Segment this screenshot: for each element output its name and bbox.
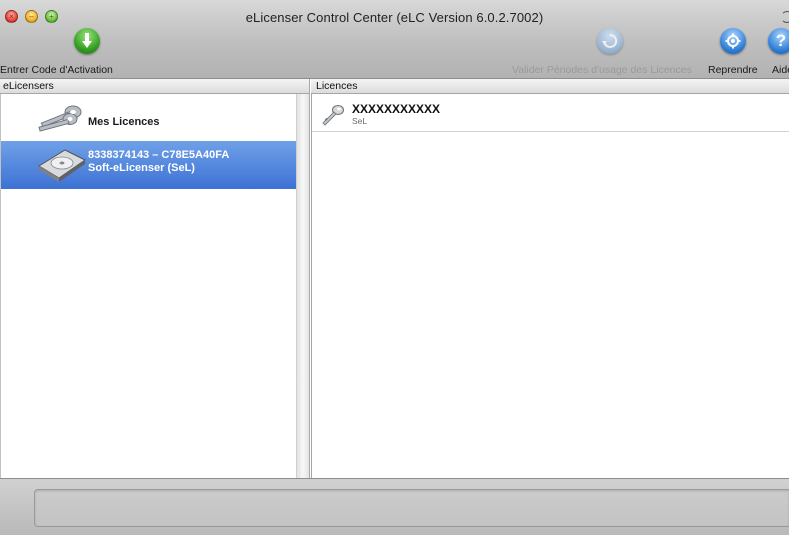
left-panel-splitter[interactable] [296,94,310,478]
key-icon [322,105,344,126]
restore-button[interactable]: Reprendre [708,28,758,76]
validate-licence-periods-label: Valider Périodes d'usage des Licences [512,64,692,76]
window-title: eLicenser Control Center (eLC Version 6.… [245,10,544,25]
licences-list: XXXXXXXXXXX SeL [311,94,789,478]
help-label: Aide [772,64,789,76]
licence-name: XXXXXXXXXXX [352,102,441,116]
refresh-icon [597,28,623,54]
title-toolbar-area: × – + eLicenser Control Center (eLC Vers… [0,0,789,79]
enter-activation-code-button[interactable]: Entrer Code d'Activation [0,28,113,76]
list-item-my-licences[interactable]: Mes Licences [1,95,297,143]
elicenser-serial: 8338374143 – C78E5A40FA [88,149,230,161]
list-item-licence[interactable]: XXXXXXXXXXX SeL [312,94,789,132]
validate-licence-periods-button[interactable]: Valider Périodes d'usage des Licences [512,28,692,76]
bottom-bar [0,478,789,535]
elicensers-list: Mes Licences 8338374143 – C78E5A40FA Sof… [0,94,297,478]
my-licences-label: Mes Licences [88,116,160,128]
download-arrow-icon [74,28,100,54]
elicensers-column-header[interactable]: eLicensers [0,79,310,94]
hard-drive-icon [38,149,86,182]
status-field [34,489,789,527]
help-icon: ? [768,28,789,54]
gear-icon [720,28,746,54]
enter-activation-code-label: Entrer Code d'Activation [0,64,113,76]
toolbar-toggle-button[interactable] [781,11,789,23]
elicenser-type: Soft-eLicenser (SeL) [88,162,195,174]
licence-type: SeL [352,116,368,126]
keys-icon [38,105,82,132]
restore-label: Reprendre [708,64,758,76]
list-item-soft-elicenser[interactable]: 8338374143 – C78E5A40FA Soft-eLicenser (… [1,141,297,189]
licences-column-header[interactable]: Licences [311,79,789,94]
help-button[interactable]: ? Aide [768,28,789,76]
